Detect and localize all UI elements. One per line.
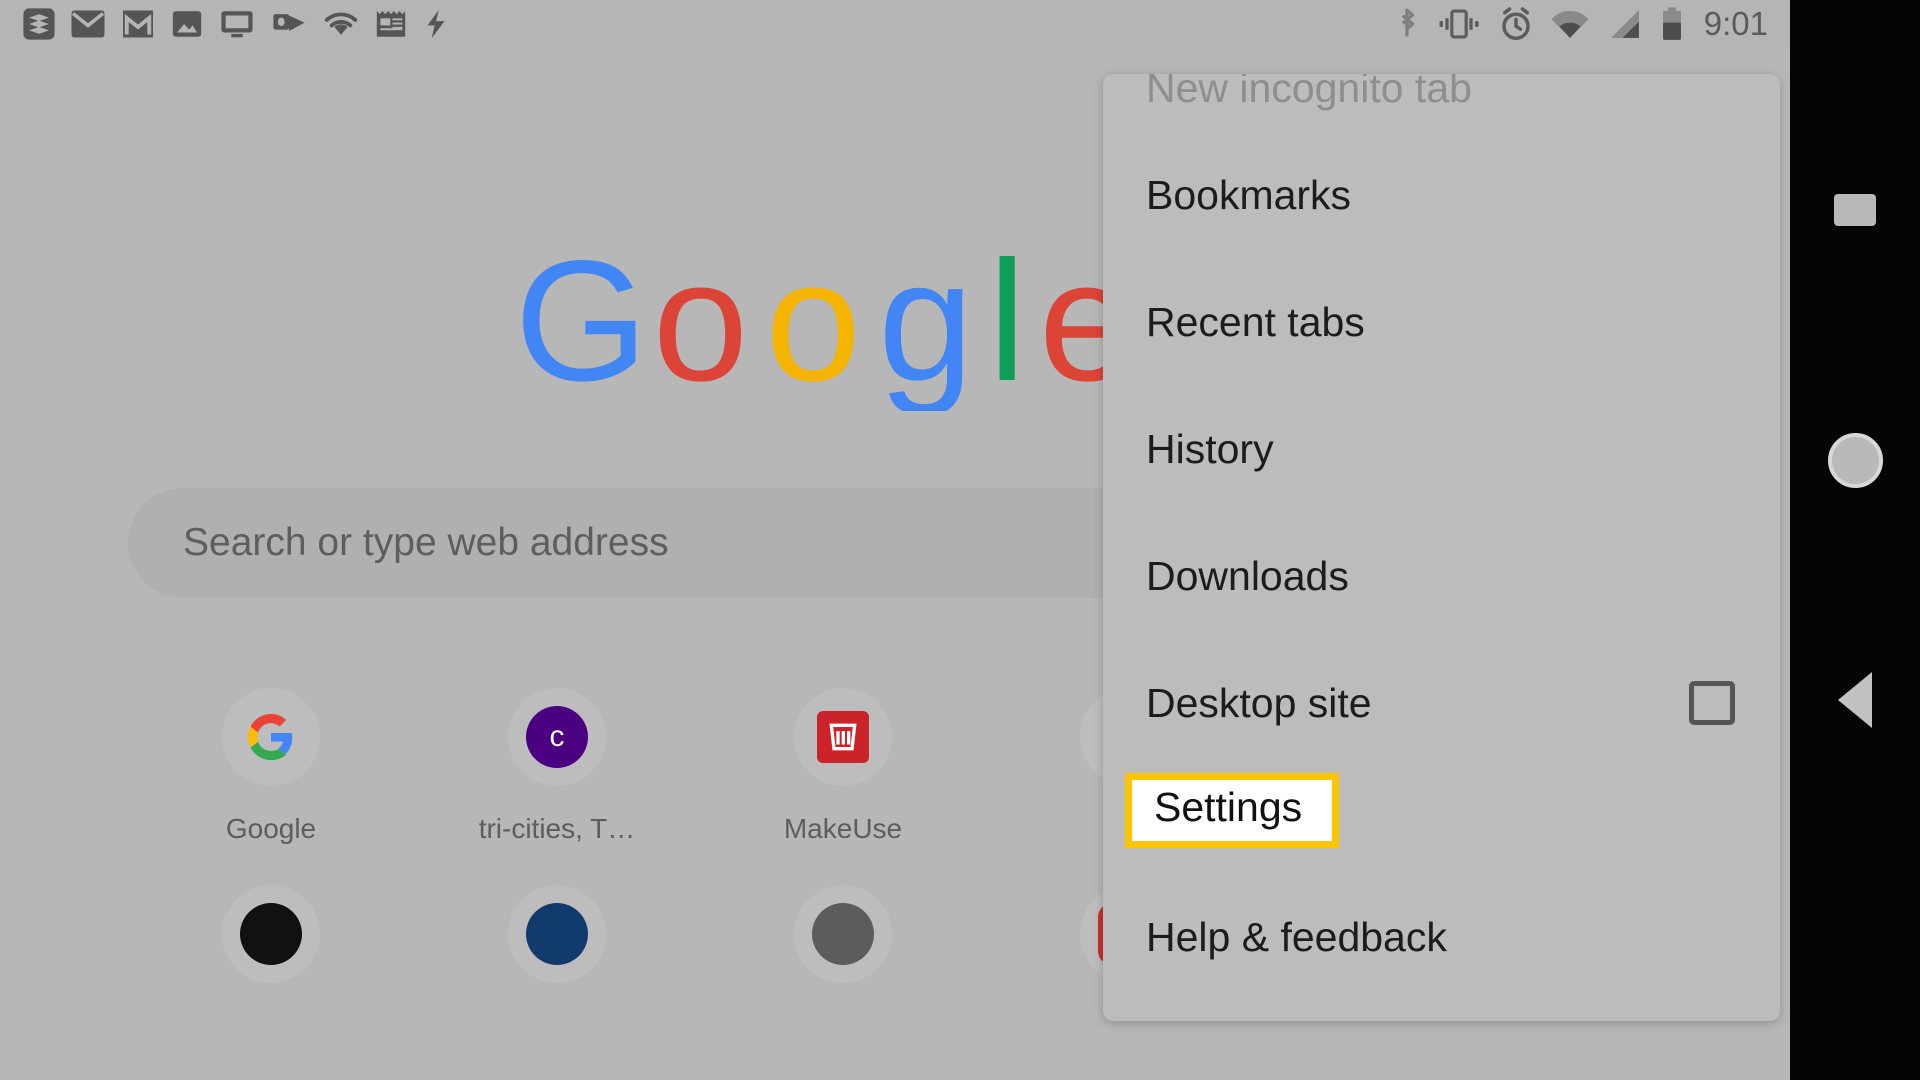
menu-item-desktop-site[interactable]: Desktop site [1103,657,1780,749]
menu-item-history[interactable]: History [1103,403,1780,495]
menu-item-label: Recent tabs [1146,298,1365,345]
menu-item-recent-tabs[interactable]: Recent tabs [1103,276,1780,368]
circle-icon [1827,432,1883,488]
menu-item-help-and-feedback[interactable]: Help & feedback [1103,891,1780,983]
recents-button[interactable] [1790,150,1920,270]
menu-item-label: Bookmarks [1146,171,1352,218]
menu-item-label: New incognito tab [1146,74,1472,111]
menu-item-settings[interactable]: Settings [1103,764,1780,856]
menu-item-bookmarks[interactable]: Bookmarks [1103,149,1780,241]
menu-item-new-incognito-tab[interactable]: New incognito tab [1103,74,1780,134]
menu-item-label: Help & feedback [1146,913,1447,960]
menu-item-label: Settings [1154,783,1303,830]
menu-item-label: History [1146,425,1274,472]
home-button[interactable] [1790,400,1920,520]
chrome-overflow-menu: New incognito tab Bookmarks Recent tabs … [1103,74,1780,1021]
desktop-site-checkbox[interactable] [1689,681,1735,725]
square-icon [1834,194,1876,226]
menu-item-downloads[interactable]: Downloads [1103,530,1780,622]
back-button[interactable] [1790,640,1920,760]
phone-screen: 9:01 G o o g l e Search or type web addr… [0,0,1790,1080]
menu-item-label: Desktop site [1146,679,1372,726]
android-navigation-bar [1790,0,1920,1080]
settings-highlight-box: Settings [1125,772,1340,848]
triangle-back-icon [1838,672,1872,728]
menu-item-label: Downloads [1146,552,1349,599]
